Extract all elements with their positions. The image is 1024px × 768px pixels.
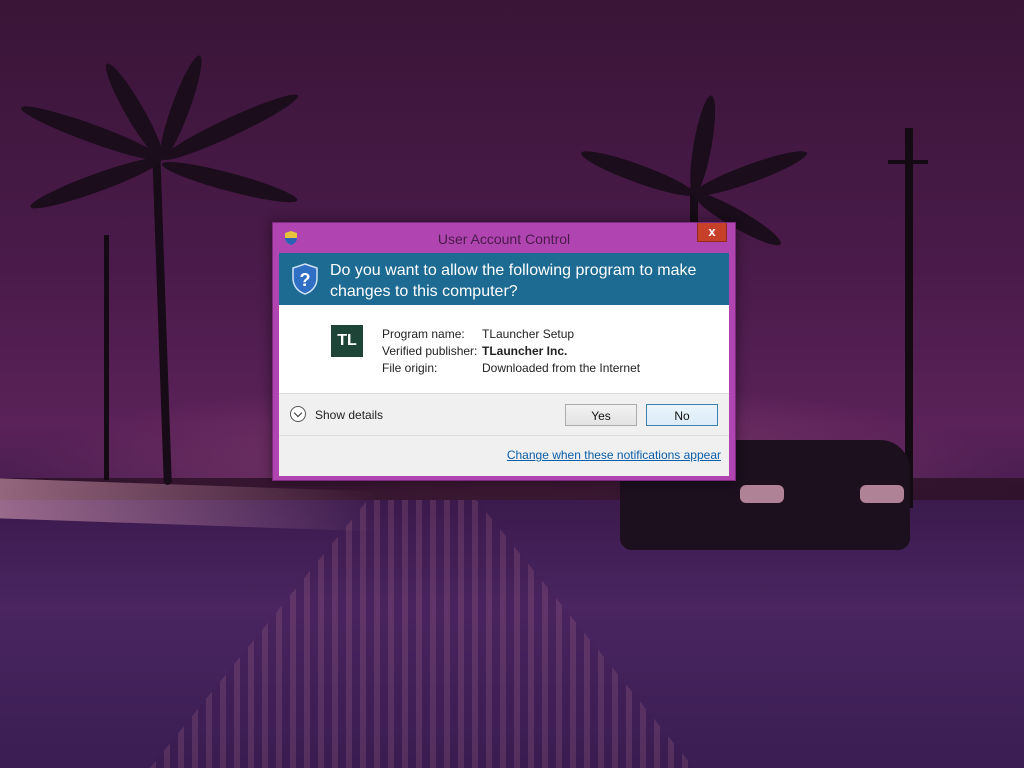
car-tail-light	[860, 485, 904, 503]
dialog-title: User Account Control	[437, 231, 571, 247]
utility-pole	[104, 235, 109, 480]
program-name-value: TLauncher Setup	[482, 327, 575, 341]
palm-frond	[578, 144, 698, 203]
publisher-value: TLauncher Inc.	[482, 344, 568, 358]
palm-frond	[27, 150, 166, 216]
close-button[interactable]: x	[697, 223, 727, 242]
uac-dialog: User Account Control x ? Do you want to …	[272, 222, 736, 481]
program-info-panel: TL Program name: TLauncher Setup Verifie…	[279, 305, 729, 393]
details-row: Show details Yes No	[279, 393, 729, 436]
yes-button[interactable]: Yes	[565, 404, 637, 426]
utility-pole	[905, 128, 913, 508]
file-origin-value: Downloaded from the Internet	[482, 361, 641, 375]
show-details-link[interactable]: Show details	[315, 408, 383, 422]
change-notifications-link[interactable]: Change when these notifications appear	[507, 448, 721, 462]
utility-pole	[888, 160, 928, 164]
chevron-down-icon[interactable]	[290, 406, 306, 422]
question-shield-icon: ?	[292, 263, 318, 295]
svg-text:?: ?	[300, 270, 311, 290]
question-banner: ? Do you want to allow the following pro…	[279, 253, 729, 305]
palm-frond	[159, 155, 300, 209]
car-tail-light	[740, 485, 784, 503]
no-button[interactable]: No	[646, 404, 718, 426]
question-text: Do you want to allow the following progr…	[330, 262, 697, 300]
file-origin-label: File origin:	[382, 361, 438, 375]
publisher-label: Verified publisher:	[382, 344, 478, 358]
app-icon: TL	[331, 325, 363, 357]
title-bar: User Account Control x	[273, 223, 735, 252]
dialog-footer: Change when these notifications appear	[279, 435, 729, 476]
program-name-label: Program name:	[382, 327, 465, 341]
